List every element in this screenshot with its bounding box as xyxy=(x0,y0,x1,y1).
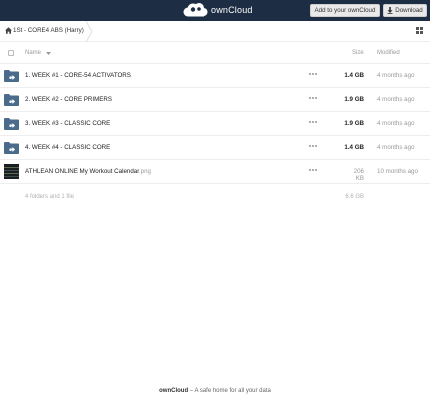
file-extension: .png xyxy=(138,168,151,175)
add-to-owncloud-button[interactable]: Add to your ownCloud xyxy=(310,4,380,17)
file-size: 1.9 GB xyxy=(344,120,364,127)
file-name[interactable]: 4. WEEK #4 - CLASSIC CORE xyxy=(25,144,110,151)
file-basename: ATHLEAN ONLINE My Workout Calendar xyxy=(25,168,139,175)
summary-total-size: 6.6 GB xyxy=(345,194,364,200)
file-name[interactable]: 1. WEEK #1 - CORE-54 ACTIVATORS xyxy=(25,72,131,79)
column-name[interactable]: Name xyxy=(25,50,41,56)
home-icon[interactable] xyxy=(5,27,12,34)
breadcrumb-chevron-icon xyxy=(85,21,93,42)
select-all-checkbox[interactable] xyxy=(8,50,14,56)
table-row[interactable]: ATHLEAN ONLINE My Workout Calendar.png 2… xyxy=(0,160,430,184)
file-modified: 4 months ago xyxy=(377,144,415,151)
file-name[interactable]: 3. WEEK #3 - CLASSIC CORE xyxy=(25,120,110,127)
image-thumbnail xyxy=(4,164,19,179)
download-button[interactable]: Download xyxy=(383,4,427,17)
more-actions-icon[interactable] xyxy=(309,145,317,147)
cloud-logo-icon xyxy=(183,3,208,17)
file-modified: 4 months ago xyxy=(377,120,415,127)
table-row[interactable]: 3. WEEK #3 - CLASSIC CORE 1.9 GB 4 month… xyxy=(0,112,430,136)
file-modified: 4 months ago xyxy=(377,72,415,79)
file-size: 1.4 GB xyxy=(344,72,364,79)
file-size: 1.9 GB xyxy=(344,96,364,103)
file-modified: 10 months ago xyxy=(377,168,418,175)
more-actions-icon[interactable] xyxy=(309,97,317,99)
file-size: 206 KB xyxy=(353,168,364,182)
shared-folder-icon xyxy=(4,94,19,106)
shared-folder-icon xyxy=(4,142,19,154)
file-modified: 4 months ago xyxy=(377,96,415,103)
breadcrumb-folder[interactable]: 1St - CORE4 ABS (Harry) xyxy=(13,27,84,34)
more-actions-icon[interactable] xyxy=(309,169,317,171)
file-list-header: Name Size Modified xyxy=(0,42,430,64)
shared-folder-icon xyxy=(4,118,19,130)
file-name[interactable]: 2. WEEK #2 - CORE PRIMERS xyxy=(25,96,112,103)
footer: ownCloud – A safe home for all your data xyxy=(0,388,430,394)
top-header: ownCloud Add to your ownCloud Download xyxy=(0,0,430,21)
grid-view-icon[interactable] xyxy=(416,27,423,34)
footer-brand[interactable]: ownCloud xyxy=(159,388,188,394)
download-icon xyxy=(387,7,393,14)
column-size[interactable]: Size xyxy=(352,50,364,56)
file-size: 1.4 GB xyxy=(344,144,364,151)
app-name: ownCloud xyxy=(211,5,253,15)
table-row[interactable]: 2. WEEK #2 - CORE PRIMERS 1.9 GB 4 month… xyxy=(0,88,430,112)
footer-tagline: – A safe home for all your data xyxy=(188,388,271,394)
download-label: Download xyxy=(395,7,423,14)
column-modified[interactable]: Modified xyxy=(377,50,400,56)
sort-arrow-icon[interactable] xyxy=(46,52,51,55)
file-name[interactable]: ATHLEAN ONLINE My Workout Calendar.png xyxy=(25,168,151,175)
owncloud-logo[interactable]: ownCloud xyxy=(182,2,253,18)
more-actions-icon[interactable] xyxy=(309,121,317,123)
breadcrumb: 1St - CORE4 ABS (Harry) xyxy=(0,21,430,42)
table-row[interactable]: 1. WEEK #1 - CORE-54 ACTIVATORS 1.4 GB 4… xyxy=(0,64,430,88)
summary-count: 4 folders and 1 file xyxy=(25,194,75,200)
shared-folder-icon xyxy=(4,70,19,82)
more-actions-icon[interactable] xyxy=(309,73,317,75)
file-summary: 4 folders and 1 file 6.6 GB xyxy=(0,184,430,208)
table-row[interactable]: 4. WEEK #4 - CLASSIC CORE 1.4 GB 4 month… xyxy=(0,136,430,160)
